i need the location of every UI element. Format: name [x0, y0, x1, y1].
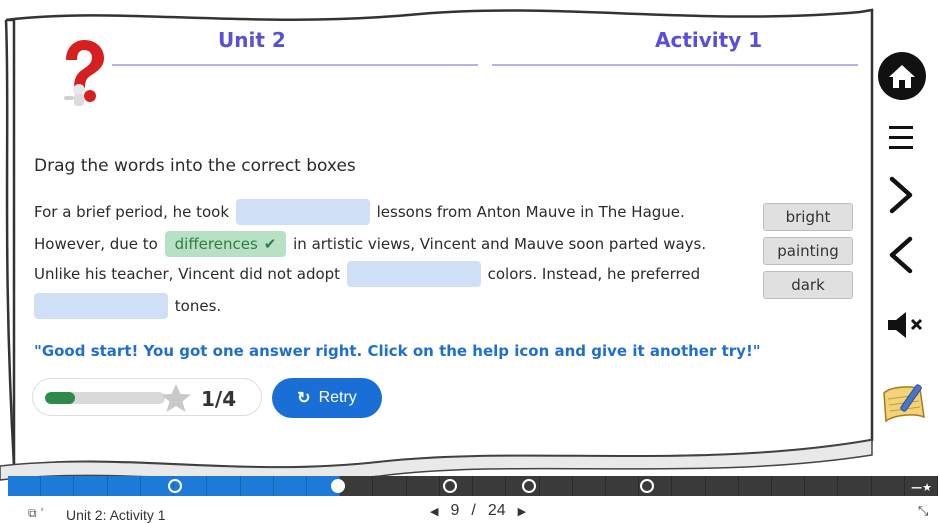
strip-segment[interactable]	[207, 476, 241, 496]
slide-progress-strip[interactable]: —★	[8, 476, 939, 496]
strip-segment[interactable]	[606, 476, 640, 496]
passage-line: However, due to differences ✔ in artistic…	[34, 230, 707, 257]
instruction-text: Drag the words into the correct boxes	[34, 156, 356, 176]
screens-icon[interactable]: ⧉ ˈ	[28, 506, 44, 521]
strip-segment[interactable]	[872, 476, 905, 496]
drop-box[interactable]	[34, 292, 168, 319]
page-total: 24	[487, 502, 506, 519]
word-chip[interactable]: dark	[763, 271, 853, 299]
passage-line: tones.	[34, 292, 222, 319]
check-icon: ✔	[263, 235, 277, 253]
pager: ◀ 9 / 24 ▶	[430, 502, 526, 520]
prev-page-icon[interactable]: ◀	[430, 505, 438, 518]
score-indicator: 1/4	[32, 378, 262, 416]
strip-marker[interactable]	[442, 479, 457, 493]
unit-title: Unit 2	[218, 28, 286, 52]
word-chip[interactable]: bright	[763, 203, 853, 231]
strip-segment[interactable]	[473, 476, 507, 496]
activity-title: Activity 1	[655, 28, 763, 52]
filled-drop-box[interactable]: differences ✔	[164, 230, 287, 257]
menu-icon[interactable]	[878, 116, 924, 160]
passage-text: tones.	[174, 296, 222, 315]
passage-text: Unlike his teacher, Vincent did not adop…	[34, 264, 341, 283]
retry-icon: ↻	[297, 390, 311, 407]
word-chip[interactable]: painting	[763, 237, 853, 265]
drop-box[interactable]	[235, 198, 370, 225]
strip-segment[interactable]	[672, 476, 706, 496]
star-icon	[161, 384, 191, 412]
retry-button[interactable]: ↻ Retry	[272, 378, 382, 418]
strip-segment[interactable]	[739, 476, 773, 496]
help-question-icon[interactable]	[52, 38, 112, 110]
strip-segment[interactable]	[273, 476, 307, 496]
passage-text: lessons from Anton Mauve in The Hague.	[376, 202, 685, 221]
feedback-message: "Good start! You got one answer right. C…	[34, 342, 761, 360]
passage-text: For a brief period, he took	[34, 202, 230, 221]
header-divider-right	[492, 64, 858, 66]
strip-segment[interactable]	[240, 476, 274, 496]
score-progress-fill	[45, 392, 75, 404]
strip-segment[interactable]	[41, 476, 75, 496]
strip-segment[interactable]	[74, 476, 108, 496]
page-separator: /	[471, 502, 476, 519]
strip-segment[interactable]	[340, 476, 374, 496]
filled-word: differences	[174, 235, 258, 253]
strip-segment[interactable]	[407, 476, 440, 496]
page-current: 9	[450, 502, 460, 519]
expand-icon[interactable]: ⤡	[918, 504, 928, 519]
strip-segment[interactable]	[573, 476, 606, 496]
passage-text: colors. Instead, he preferred	[487, 264, 701, 283]
passage-line: For a brief period, he took lessons from…	[34, 198, 685, 225]
score-text: 1/4	[201, 387, 237, 411]
strip-segment[interactable]	[107, 476, 141, 496]
drop-box[interactable]	[346, 260, 481, 287]
passage-text: However, due to	[34, 234, 158, 253]
home-icon[interactable]	[878, 52, 926, 100]
strip-marker[interactable]	[639, 479, 654, 493]
strip-segment[interactable]	[540, 476, 573, 496]
next-page-icon[interactable]: ▶	[518, 505, 526, 518]
chevron-left-icon[interactable]	[878, 232, 924, 278]
score-progress-track	[45, 392, 165, 404]
strip-segment[interactable]	[838, 476, 872, 496]
strip-segment[interactable]	[8, 476, 42, 496]
activity-screen: Unit 2 Activity 1 Drag the words into th…	[0, 0, 940, 524]
passage-line: Unlike his teacher, Vincent did not adop…	[34, 260, 701, 287]
strip-end-icon: —★	[911, 481, 932, 494]
word-bank: bright painting dark	[763, 203, 853, 305]
notepad-icon[interactable]	[878, 378, 934, 426]
speaker-mute-icon[interactable]	[878, 300, 934, 350]
strip-segment[interactable]	[373, 476, 407, 496]
chevron-right-icon[interactable]	[878, 172, 924, 218]
strip-segment[interactable]	[805, 476, 839, 496]
retry-label: Retry	[318, 389, 357, 406]
strip-segment[interactable]	[772, 476, 806, 496]
footer-title: Unit 2: Activity 1	[66, 507, 166, 523]
passage-text: in artistic views, Vincent and Mauve soo…	[293, 234, 707, 253]
header-divider-left	[112, 64, 478, 66]
strip-segment[interactable]	[706, 476, 739, 496]
strip-marker[interactable]	[521, 479, 536, 493]
footer-bar: ⧉ ˈ Unit 2: Activity 1 ◀ 9 / 24 ▶ ⤡	[0, 500, 940, 524]
